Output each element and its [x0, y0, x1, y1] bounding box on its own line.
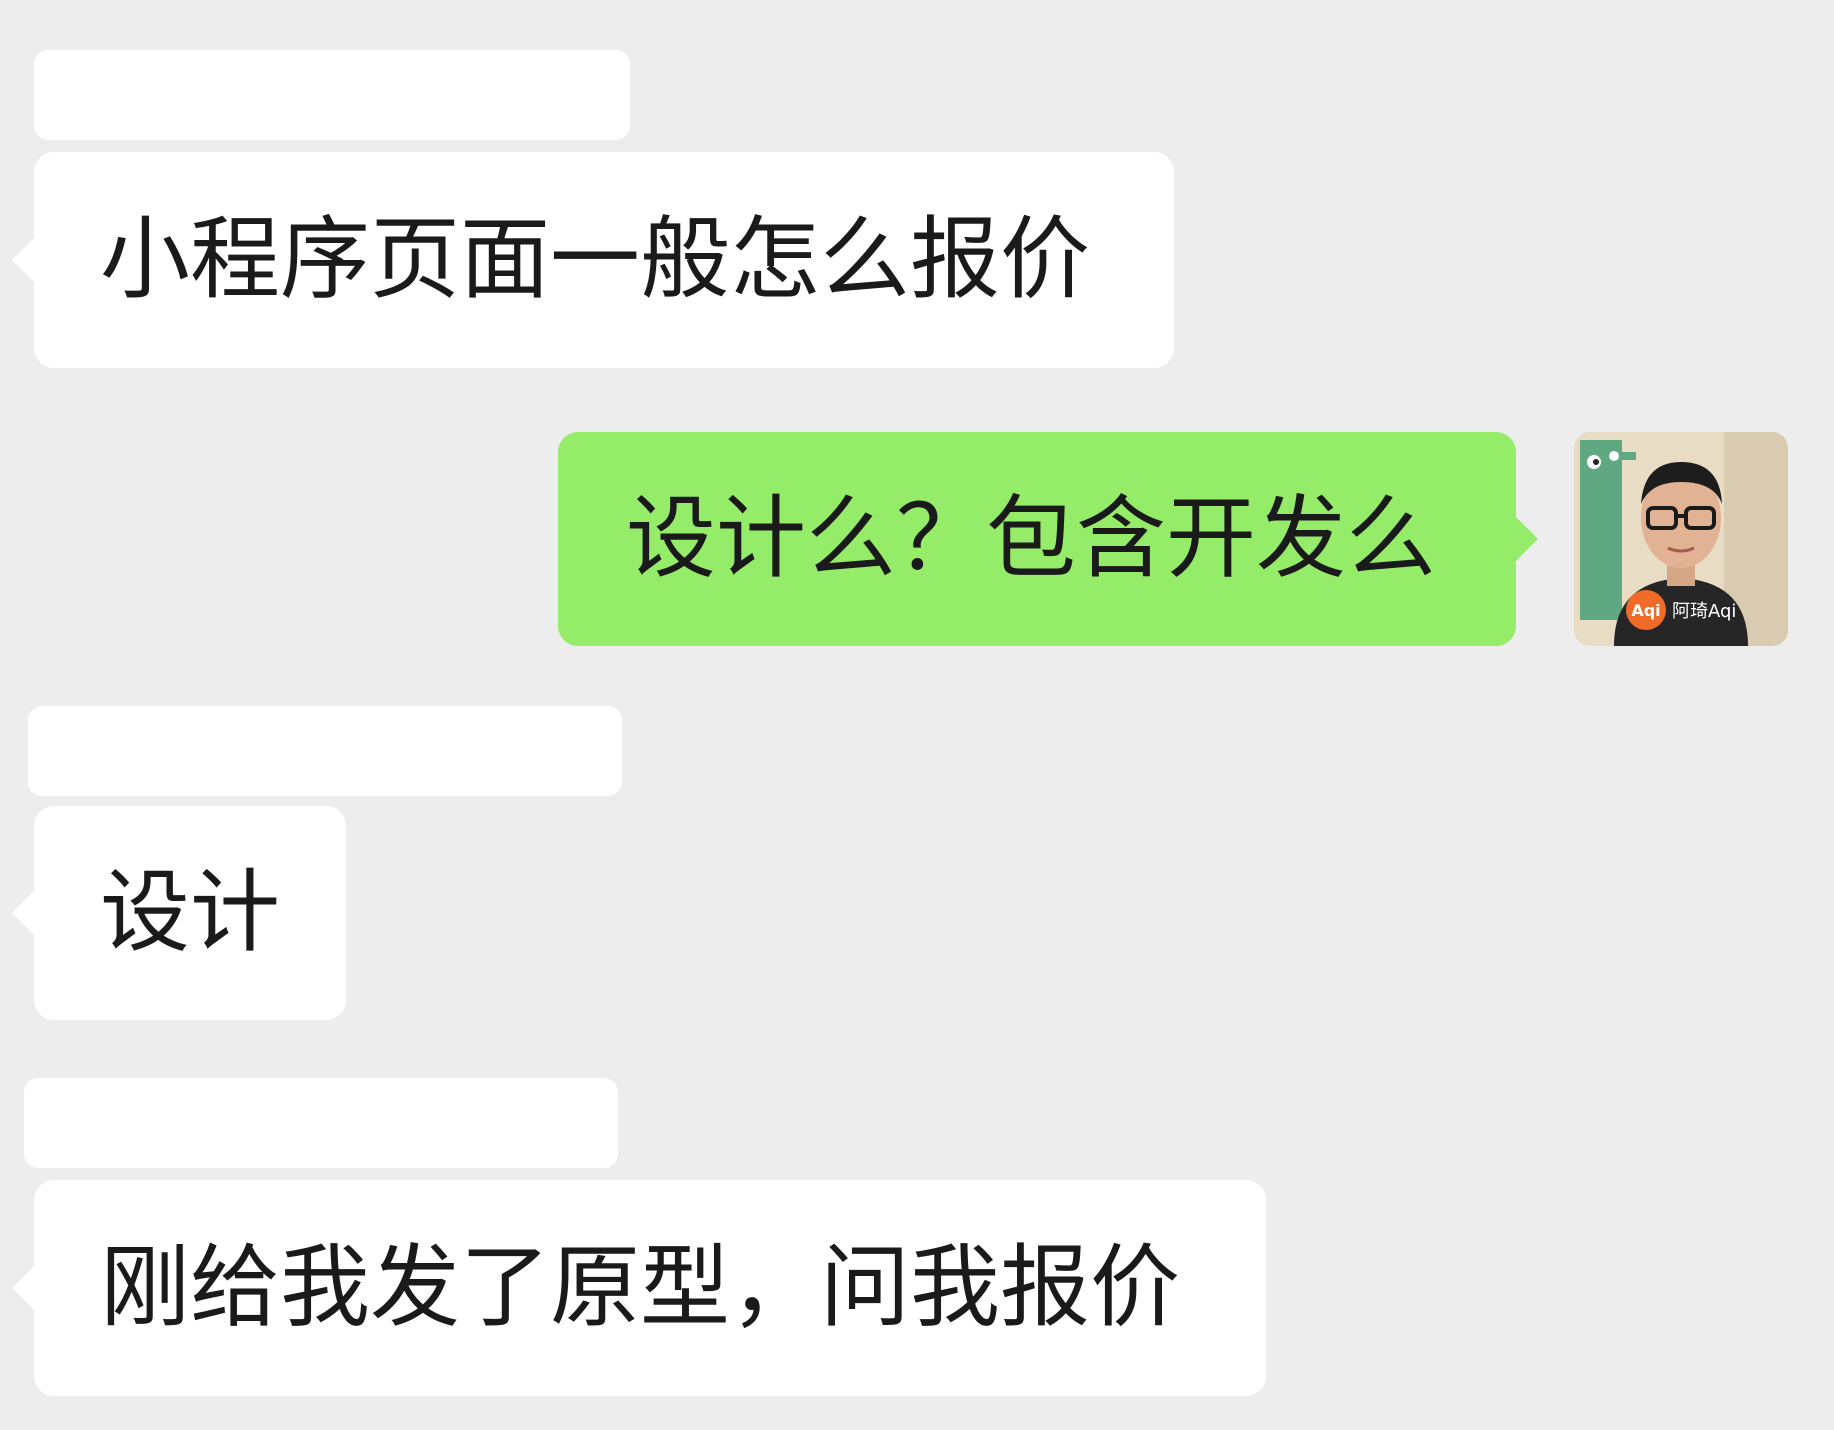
message-bubble-incoming[interactable]: 刚给我发了原型，问我报价: [12, 1180, 1266, 1396]
redacted-sender-name: [28, 706, 622, 796]
message-bubble-incoming[interactable]: 设计: [12, 806, 346, 1020]
avatar-photo: Aqi 阿琦Aqi: [1574, 432, 1788, 646]
avatar-badge: Aqi: [1631, 601, 1660, 620]
message-text: 设计: [100, 860, 280, 965]
redacted-sender-name: [24, 1078, 618, 1168]
avatar-label: 阿琦Aqi: [1672, 601, 1736, 622]
message-text: 刚给我发了原型，问我报价: [100, 1235, 1180, 1340]
message-text: 设计么？包含开发么: [626, 486, 1436, 591]
redacted-sender-name: [34, 50, 630, 140]
message-bubble-incoming[interactable]: 小程序页面一般怎么报价: [12, 152, 1174, 368]
self-avatar[interactable]: Aqi 阿琦Aqi: [1574, 432, 1788, 646]
message-bubble-outgoing[interactable]: 设计么？包含开发么: [558, 432, 1538, 646]
message-text: 小程序页面一般怎么报价: [100, 207, 1090, 312]
